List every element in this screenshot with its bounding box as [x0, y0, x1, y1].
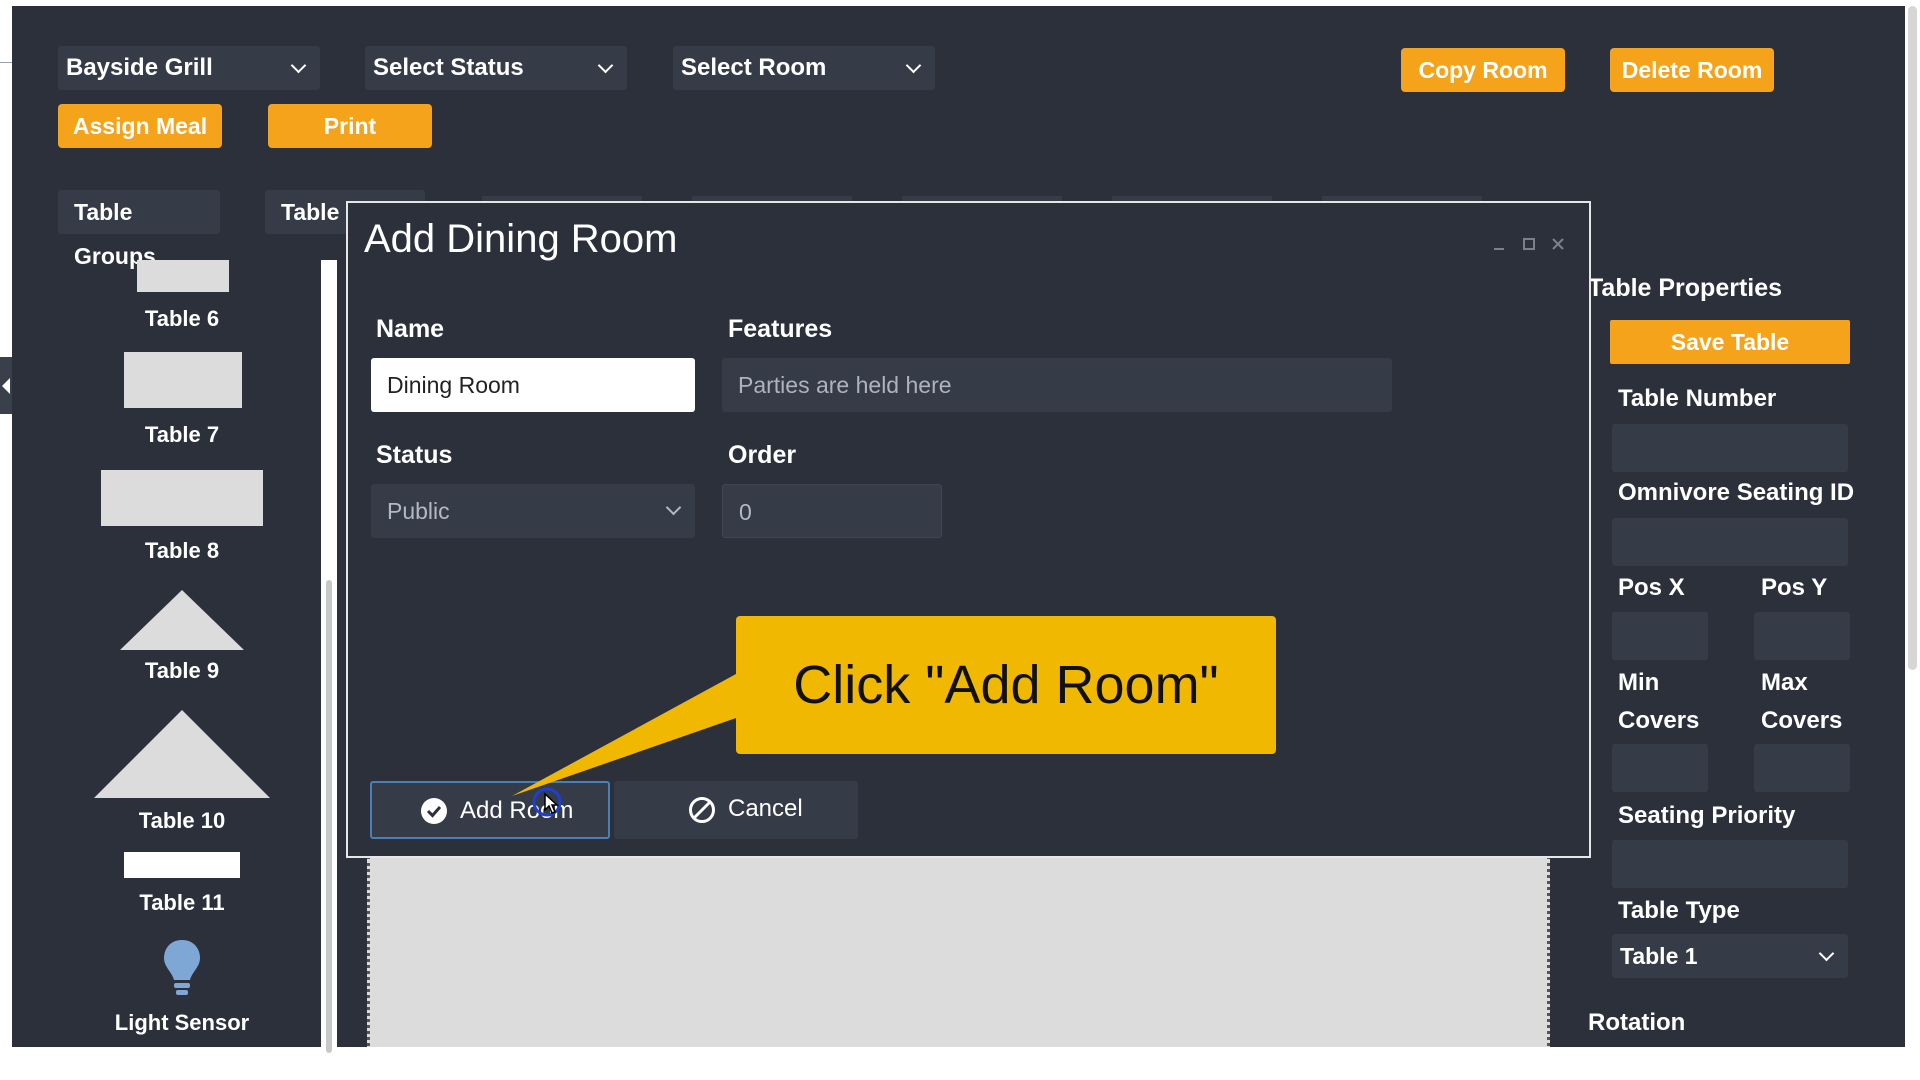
copy-room-button[interactable]: Copy Room	[1401, 48, 1565, 92]
table-triangle-small-icon	[120, 590, 244, 650]
pos-y-input[interactable]	[1754, 612, 1850, 660]
palette-item-label: Table 9	[144, 658, 220, 683]
pos-y-label: Pos Y	[1761, 574, 1828, 601]
min-covers-input[interactable]	[1612, 744, 1708, 792]
seating-priority-label: Seating Priority	[1618, 802, 1796, 829]
table-number-label: Table Number	[1618, 385, 1777, 412]
maximize-icon[interactable]	[1522, 237, 1536, 251]
palette-item-label: Table 10	[138, 808, 226, 833]
status-select-value: Public	[387, 498, 450, 524]
table-properties-heading: Table Properties	[1588, 274, 1783, 302]
chevron-down-icon	[1818, 945, 1835, 962]
min-covers-label: Min Covers	[1618, 669, 1700, 734]
floor-plan-editor: Bayside Grill Select Status Select Room …	[12, 6, 1905, 1047]
palette-item-label: Table 7	[144, 422, 220, 447]
name-field[interactable]: Dining Room	[371, 358, 695, 412]
pos-x-label: Pos X	[1618, 574, 1685, 601]
scrollbar-thumb[interactable]	[1908, 6, 1917, 670]
light-bulb-icon	[164, 940, 200, 995]
cancel-circle-icon	[689, 797, 715, 823]
table-type-label: Table Type	[1618, 897, 1740, 924]
tutorial-callout: Click "Add Room"	[736, 616, 1276, 754]
chevron-down-icon	[597, 57, 614, 74]
rotation-label: Rotation	[1588, 1009, 1686, 1036]
table-rect-small-icon	[137, 260, 229, 292]
omnivore-seating-id-label: Omnivore Seating ID	[1618, 479, 1855, 506]
table-type-value: Table 1	[1620, 943, 1698, 969]
status-label: Status	[376, 441, 453, 469]
cancel-button[interactable]: Cancel	[614, 781, 858, 839]
palette-scrollbar-thumb[interactable]	[326, 580, 332, 1053]
status-select-value: Select Status	[373, 54, 524, 81]
table-type-select[interactable]: Table 1	[1612, 934, 1848, 978]
print-button[interactable]: Print	[268, 104, 432, 148]
room-select-value: Select Room	[681, 54, 827, 81]
palette-item-label: Table 6	[144, 306, 220, 331]
palette-item-label: Table 11	[139, 890, 225, 915]
table-bar-icon	[124, 852, 240, 878]
restaurant-select-value: Bayside Grill	[66, 54, 213, 81]
room-select[interactable]: Select Room	[673, 46, 935, 90]
status-select[interactable]: Public	[371, 484, 695, 538]
max-covers-label: Max Covers	[1761, 669, 1843, 734]
add-dining-room-dialog: Add Dining Room Name Dining Room Feature…	[346, 201, 1591, 858]
delete-room-button[interactable]: Delete Room	[1610, 48, 1774, 92]
table-number-input[interactable]	[1612, 424, 1848, 472]
assign-meal-button[interactable]: Assign Meal	[58, 104, 222, 148]
max-covers-input[interactable]	[1754, 744, 1850, 792]
features-field[interactable]: Parties are held here	[722, 358, 1392, 412]
left-gutter	[0, 0, 12, 1047]
order-field[interactable]: 0	[722, 484, 942, 538]
status-select[interactable]: Select Status	[365, 46, 627, 90]
features-label: Features	[728, 315, 833, 343]
save-table-button[interactable]: Save Table	[1610, 320, 1850, 364]
mouse-cursor-icon	[532, 787, 562, 817]
chevron-down-icon	[905, 57, 922, 74]
collapse-sidebar-handle[interactable]	[0, 357, 12, 414]
tab-table-groups[interactable]: Table Groups	[58, 190, 220, 269]
table-triangle-large-icon	[94, 710, 270, 798]
add-room-button[interactable]: Add Room	[370, 781, 610, 839]
restaurant-select[interactable]: Bayside Grill	[58, 46, 320, 90]
table-rect-icon	[124, 352, 242, 408]
check-circle-icon	[421, 798, 447, 824]
order-label: Order	[728, 441, 797, 469]
room-canvas[interactable]	[367, 856, 1550, 1047]
palette-item-label: Table 8	[144, 538, 220, 563]
pos-x-input[interactable]	[1612, 612, 1708, 660]
dialog-title: Add Dining Room	[364, 217, 678, 261]
palette-item-label: Light Sensor	[114, 1010, 250, 1035]
name-label: Name	[376, 315, 445, 343]
omnivore-seating-id-input[interactable]	[1612, 518, 1848, 566]
page-scrollbar[interactable]	[1905, 0, 1920, 1047]
chevron-down-icon	[290, 57, 307, 74]
cancel-label: Cancel	[728, 795, 803, 822]
chevron-down-icon	[665, 499, 682, 516]
minimize-icon[interactable]	[1492, 237, 1506, 251]
table-rect-wide-icon	[101, 470, 263, 526]
seating-priority-input[interactable]	[1612, 840, 1848, 888]
close-icon[interactable]	[1551, 237, 1565, 251]
palette-scrollbar[interactable]	[321, 260, 337, 1053]
